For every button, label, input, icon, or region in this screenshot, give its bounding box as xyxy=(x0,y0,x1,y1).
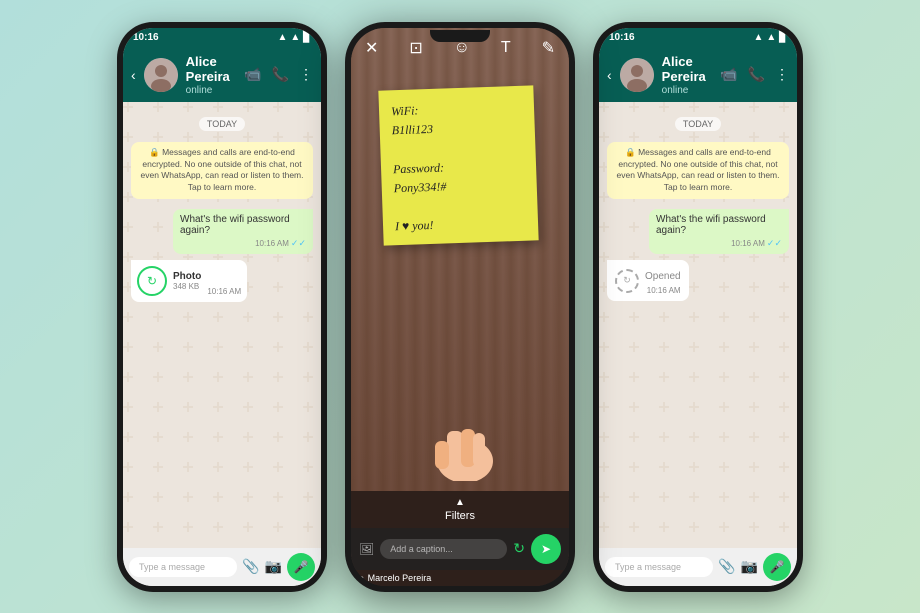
filters-arrow-icon: ▲ xyxy=(455,497,465,508)
call-icon-left[interactable]: 📞 xyxy=(272,66,289,83)
emoji-attach-icon[interactable]: ↻ xyxy=(513,540,525,557)
check-marks-left: ✓✓ xyxy=(291,238,306,249)
battery-icon-left: ▊ xyxy=(303,32,311,43)
sticky-text: WiFi: B1lli123 Password: Pony334!# I ♥ y… xyxy=(391,97,527,236)
contact-label-middle: › Marcelo Pereira xyxy=(351,570,569,586)
menu-icon-left[interactable]: ⋮ xyxy=(299,66,313,83)
lock-icon-left: 🔒 xyxy=(149,147,160,157)
photo-progress-icon: ↻ xyxy=(147,274,157,288)
contact-name-middle: Marcelo Pereira xyxy=(368,573,432,583)
draw-icon-middle[interactable]: ✎ xyxy=(542,38,555,58)
wifi-icon-left: ▲ xyxy=(290,32,300,43)
camera-icon-left[interactable]: 📷 xyxy=(265,558,282,575)
mic-button-left[interactable]: 🎤 xyxy=(287,553,315,581)
mic-button-right[interactable]: 🎤 xyxy=(763,553,791,581)
opened-text-right: Opened 10:16 AM xyxy=(645,266,681,295)
header-icons-left: 📹 📞 ⋮ xyxy=(244,66,313,83)
encryption-notice-right: 🔒 Messages and calls are end-to-end encr… xyxy=(607,142,789,200)
chat-header-left: ‹ Alice Pereira online 📹 📞 ⋮ xyxy=(123,48,321,102)
contact-status-left: online xyxy=(186,85,236,96)
msg-sent-left: What's the wifi password again? 10:16 AM… xyxy=(173,209,313,254)
opened-time-right: 10:16 AM xyxy=(645,286,681,295)
message-input-left[interactable]: Type a message xyxy=(129,557,237,577)
caption-placeholder: Add a caption... xyxy=(390,544,453,554)
msg-time-left: 10:16 AM ✓✓ xyxy=(180,238,306,249)
mic-icon-right: 🎤 xyxy=(770,560,785,574)
status-bar-right: 10:16 ▲ ▲ ▊ xyxy=(599,28,797,48)
input-placeholder-right: Type a message xyxy=(615,562,681,572)
left-phone: 10:16 ▲ ▲ ▊ ‹ Alice Perei xyxy=(117,22,327,592)
opened-bubble-right[interactable]: ↻ Opened 10:16 AM xyxy=(607,260,689,301)
back-icon-left[interactable]: ‹ xyxy=(131,67,136,83)
msg-time-right: 10:16 AM ✓✓ xyxy=(656,238,782,249)
input-bar-right: Type a message 📎 📷 🎤 xyxy=(599,548,797,586)
status-icons-left: ▲ ▲ ▊ xyxy=(277,32,311,43)
header-icons-right: 📹 📞 ⋮ xyxy=(720,66,789,83)
photo-size-left: 348 KB xyxy=(173,282,201,291)
check-marks-right: ✓✓ xyxy=(767,238,782,249)
camera-view: ✕ ⊡ ☺ T ✎ WiFi: B1lli123 Password: Pony3… xyxy=(351,28,569,491)
wifi-icon-right: ▲ xyxy=(766,32,776,43)
filters-bar[interactable]: ▲ Filters xyxy=(351,491,569,528)
msg-text-left: What's the wifi password again? xyxy=(180,214,290,236)
middle-phone: ✕ ⊡ ☺ T ✎ WiFi: B1lli123 Password: Pony3… xyxy=(345,22,575,592)
chat-body-left: TODAY 🔒 Messages and calls are end-to-en… xyxy=(123,102,321,548)
chevron-icon-middle: › xyxy=(361,573,364,582)
attach-icon-left[interactable]: 📎 xyxy=(242,558,259,575)
send-icon-middle: ➤ xyxy=(541,542,551,556)
battery-icon-right: ▊ xyxy=(779,32,787,43)
date-badge-right: TODAY xyxy=(675,114,721,132)
input-bar-left: Type a message 📎 📷 🎤 xyxy=(123,548,321,586)
msg-sent-right: What's the wifi password again? 10:16 AM… xyxy=(649,209,789,254)
scene: 10:16 ▲ ▲ ▊ ‹ Alice Perei xyxy=(0,0,920,613)
status-icons-right: ▲ ▲ ▊ xyxy=(753,32,787,43)
sticky-note: WiFi: B1lli123 Password: Pony334!# I ♥ y… xyxy=(378,85,538,245)
video-icon-left[interactable]: 📹 xyxy=(244,66,261,83)
photo-time-left: 10:16 AM xyxy=(207,287,241,296)
photo-icon-left: ↻ xyxy=(137,266,167,296)
message-input-right[interactable]: Type a message xyxy=(605,557,713,577)
text-icon-middle[interactable]: T xyxy=(501,39,511,57)
filters-label: Filters xyxy=(445,510,475,522)
right-phone: 10:16 ▲ ▲ ▊ ‹ Alice Perei xyxy=(593,22,803,592)
send-button-middle[interactable]: ➤ xyxy=(531,534,561,564)
status-time-left: 10:16 xyxy=(133,32,159,43)
status-bar-left: 10:16 ▲ ▲ ▊ xyxy=(123,28,321,48)
video-icon-right[interactable]: 📹 xyxy=(720,66,737,83)
contact-info-left: Alice Pereira online xyxy=(186,54,236,96)
back-icon-right[interactable]: ‹ xyxy=(607,67,612,83)
signal-icon-left: ▲ xyxy=(277,32,287,43)
avatar-right xyxy=(620,58,654,92)
contact-status-right: online xyxy=(662,85,712,96)
sticker-icon-middle[interactable]: 🖼 xyxy=(359,542,374,556)
crop-icon-middle[interactable]: ⊡ xyxy=(409,38,422,58)
contact-info-right: Alice Pereira online xyxy=(662,54,712,96)
hand-holding-note xyxy=(425,391,505,486)
lock-icon-right: 🔒 xyxy=(625,147,636,157)
signal-icon-right: ▲ xyxy=(753,32,763,43)
input-placeholder-left: Type a message xyxy=(139,562,205,572)
date-badge-left: TODAY xyxy=(199,114,245,132)
camera-icon-right[interactable]: 📷 xyxy=(741,558,758,575)
photo-label-left: Photo xyxy=(173,271,201,282)
photo-info-left: Photo 348 KB xyxy=(173,271,201,291)
avatar-left xyxy=(144,58,178,92)
camera-input-bar: 🖼 Add a caption... ↻ ➤ xyxy=(351,528,569,570)
encryption-notice-left: 🔒 Messages and calls are end-to-end encr… xyxy=(131,142,313,200)
contact-name-left: Alice Pereira xyxy=(186,54,236,85)
photo-bubble-left[interactable]: ↻ Photo 348 KB 10:16 AM xyxy=(131,260,247,302)
chat-header-right: ‹ Alice Pereira online 📹 📞 ⋮ xyxy=(599,48,797,102)
opened-icon-right: ↻ xyxy=(615,269,639,293)
close-icon-middle[interactable]: ✕ xyxy=(365,38,378,58)
attach-icon-right[interactable]: 📎 xyxy=(718,558,735,575)
call-icon-right[interactable]: 📞 xyxy=(748,66,765,83)
notch-middle xyxy=(430,30,490,42)
mic-icon-left: 🎤 xyxy=(294,560,309,574)
msg-text-right: What's the wifi password again? xyxy=(656,214,766,236)
caption-input-middle[interactable]: Add a caption... xyxy=(380,539,507,559)
status-time-right: 10:16 xyxy=(609,32,635,43)
menu-icon-right[interactable]: ⋮ xyxy=(775,66,789,83)
chat-body-right: TODAY 🔒 Messages and calls are end-to-en… xyxy=(599,102,797,548)
contact-name-right: Alice Pereira xyxy=(662,54,712,85)
